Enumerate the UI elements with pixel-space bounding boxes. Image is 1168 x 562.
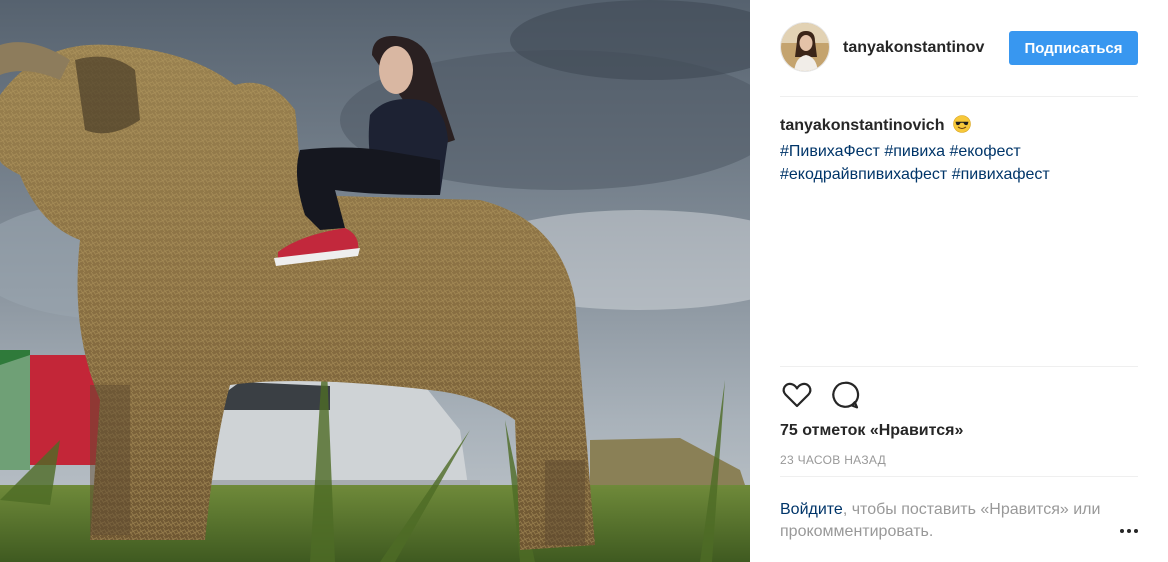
likes-count[interactable]: 75 отметок «Нравится»: [780, 422, 963, 440]
post-time: 23 ЧАСОВ НАЗАД: [780, 453, 887, 467]
divider: [780, 96, 1138, 97]
hashtag-link[interactable]: #пивиха: [884, 143, 945, 160]
avatar-image: [781, 23, 829, 71]
follow-button[interactable]: Подписаться: [1009, 31, 1138, 65]
post-caption: tanyakonstantinovich #ПивихаФест #пивиха…: [780, 114, 1138, 186]
hashtag-link[interactable]: #пивихафест: [952, 166, 1050, 183]
hashtag-link[interactable]: #ПивихаФест: [780, 143, 880, 160]
caption-username[interactable]: tanyakonstantinovich: [780, 117, 944, 134]
sunglasses-emoji-icon: [953, 115, 971, 140]
hashtag-link[interactable]: #екодрайвпивихафест: [780, 166, 947, 183]
post-photo[interactable]: [0, 0, 750, 562]
post-username[interactable]: tanyakonstantinov: [843, 39, 989, 57]
hashtag-link[interactable]: #екофест: [949, 143, 1020, 160]
divider: [780, 476, 1138, 477]
divider: [780, 366, 1138, 367]
post-header: tanyakonstantinov Подписаться: [780, 22, 1138, 74]
ellipsis-icon[interactable]: [1118, 524, 1140, 538]
heart-outline-icon[interactable]: [780, 378, 814, 412]
avatar[interactable]: [780, 22, 830, 72]
speech-bubble-icon[interactable]: [828, 378, 862, 412]
post-info-panel: tanyakonstantinov Подписаться tanyakonst…: [750, 0, 1168, 562]
login-prompt: Войдите, чтобы поставить «Нравится» или …: [780, 499, 1110, 543]
login-link[interactable]: Войдите: [780, 501, 843, 518]
photo-image: [0, 0, 750, 562]
